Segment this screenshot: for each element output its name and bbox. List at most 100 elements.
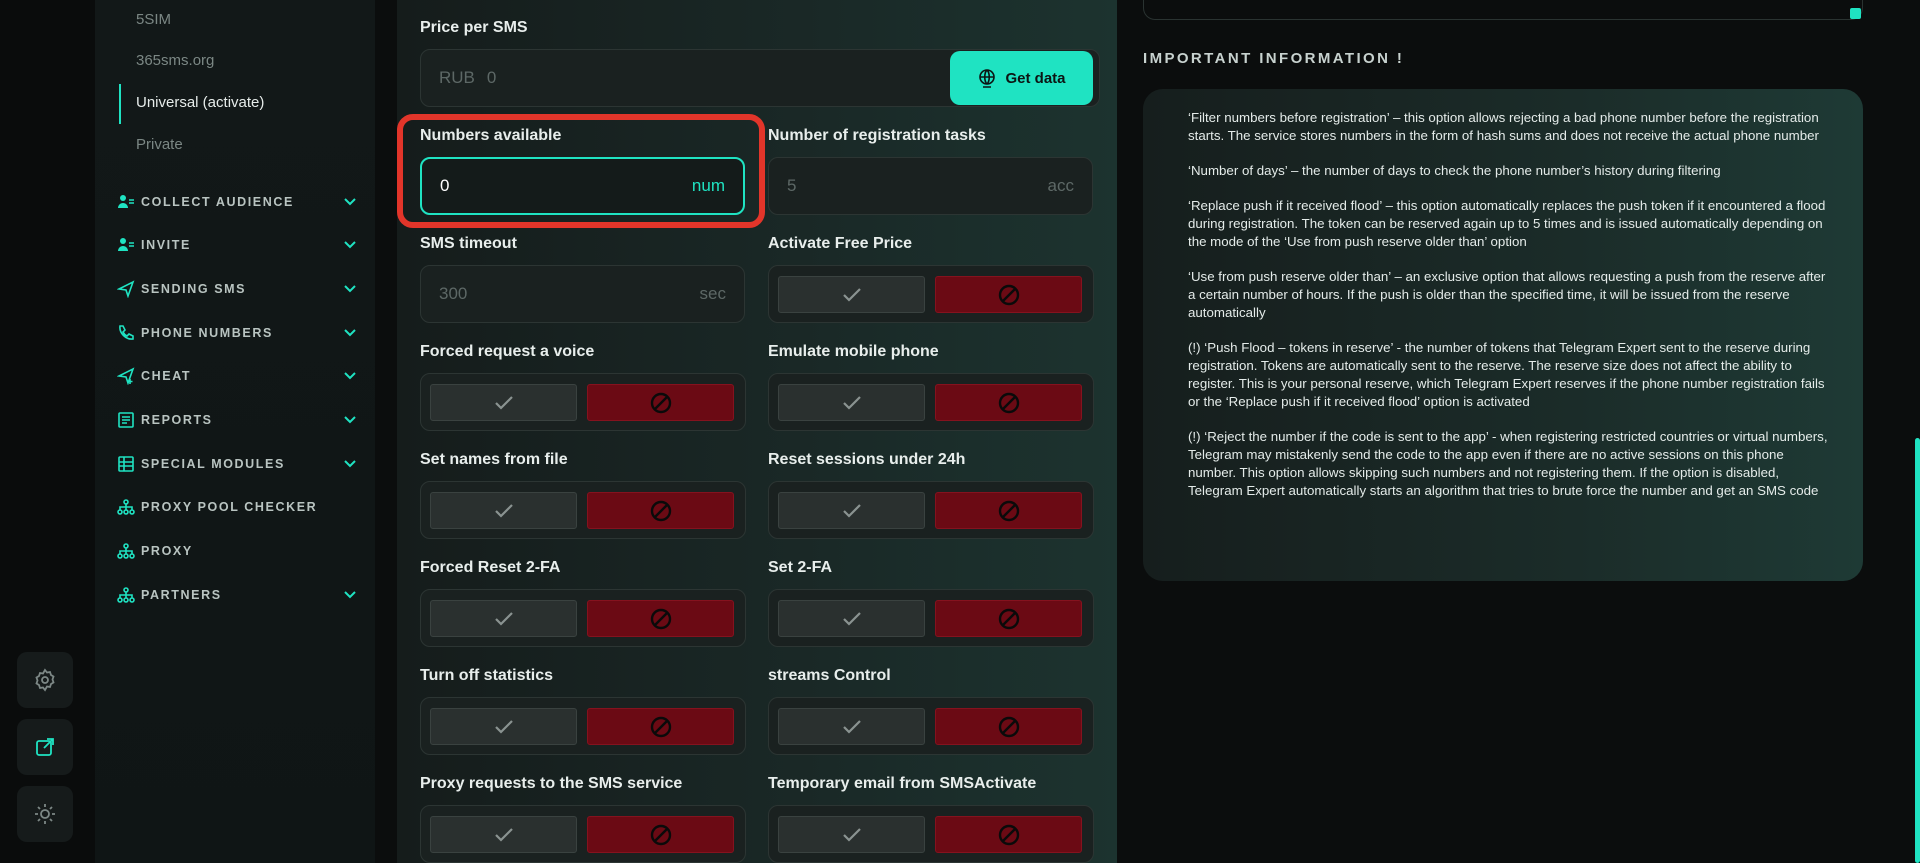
nav-proxy[interactable]: PROXY: [117, 539, 357, 563]
toggle-off-button[interactable]: [935, 492, 1082, 529]
toggle-label: Set 2-FA: [768, 559, 833, 576]
phone-icon: [117, 324, 135, 342]
nav-invite[interactable]: INVITE: [117, 233, 357, 257]
check-icon: [842, 611, 861, 626]
sms-timeout-input[interactable]: 300 sec: [420, 265, 745, 323]
ban-icon: [650, 392, 671, 413]
price-label: Price per SMS: [420, 19, 528, 36]
toggle-on-button[interactable]: [778, 816, 925, 853]
toggle-switch: [420, 373, 746, 431]
toggle-off-button[interactable]: [935, 384, 1082, 421]
toggle-on-button[interactable]: [778, 492, 925, 529]
toggle-off-button[interactable]: [587, 492, 734, 529]
toggle-on-button[interactable]: [430, 600, 577, 637]
nav-label: PROXY: [141, 544, 193, 558]
nav-proxy-pool-checker[interactable]: PROXY POOL CHECKER: [117, 495, 357, 519]
toggle-off-button[interactable]: [587, 384, 734, 421]
nav-reports[interactable]: REPORTS: [117, 408, 357, 432]
active-indicator: [119, 84, 121, 124]
toggle-on-button[interactable]: [430, 492, 577, 529]
sidebar-subitem-365sms[interactable]: 365sms.org: [136, 52, 214, 69]
registration-tasks-input[interactable]: 5 acc: [768, 157, 1093, 215]
chevron-down-icon: [344, 591, 356, 599]
theme-toggle-button[interactable]: [17, 786, 73, 842]
toggle-on-button[interactable]: [778, 600, 925, 637]
network-icon: [117, 586, 135, 604]
toggle-on-button[interactable]: [430, 816, 577, 853]
check-icon: [842, 827, 861, 842]
info-paragraph: ‘Number of days’ – the number of days to…: [1188, 163, 1721, 178]
nav-label: CHEAT: [141, 369, 192, 383]
chevron-down-icon: [344, 460, 356, 468]
info-paragraph: (!) ‘Push Flood – tokens in reserve’ - t…: [1188, 340, 1825, 409]
toggle-label: Forced request a voice: [420, 343, 595, 360]
toggle-on-button[interactable]: [778, 384, 925, 421]
toggle-switch: [420, 481, 746, 539]
external-link-button[interactable]: [17, 719, 73, 775]
registration-tasks-value: 5: [787, 176, 797, 195]
external-link-icon: [36, 738, 54, 756]
toggle-switch: [768, 589, 1094, 647]
toggle-off-button[interactable]: [587, 708, 734, 745]
nav-partners[interactable]: PARTNERS: [117, 583, 357, 607]
check-icon: [842, 287, 861, 302]
nav-label: PROXY POOL CHECKER: [141, 500, 318, 514]
toggle-on-button[interactable]: [430, 384, 577, 421]
toggle-on-button[interactable]: [778, 276, 925, 313]
settings-button[interactable]: [17, 652, 73, 708]
ban-icon: [650, 500, 671, 521]
registration-tasks-label: Number of registration tasks: [768, 127, 986, 144]
send-plus-icon: [117, 367, 135, 385]
toggle-label: Turn off statistics: [420, 667, 554, 684]
toggle-label: Proxy requests to the SMS service: [420, 775, 683, 792]
toggle-off-button[interactable]: [935, 708, 1082, 745]
toggle-on-button[interactable]: [778, 708, 925, 745]
nav-special-modules[interactable]: SPECIAL MODULES: [117, 452, 357, 476]
resize-handle[interactable]: [1850, 8, 1861, 19]
toggle-off-button[interactable]: [935, 276, 1082, 313]
ban-icon: [998, 824, 1019, 845]
toggle-off-button[interactable]: [935, 816, 1082, 853]
toggle-off-button[interactable]: [587, 600, 734, 637]
get-data-button[interactable]: Get data: [950, 51, 1093, 105]
nav-sending-sms[interactable]: SENDING SMS: [117, 277, 357, 301]
nav-label: SENDING SMS: [141, 282, 247, 296]
check-icon: [494, 719, 513, 734]
nav-collect-audience[interactable]: COLLECT AUDIENCE: [117, 190, 357, 214]
nav-phone-numbers[interactable]: PHONE NUMBERS: [117, 321, 357, 345]
sidebar: 5SIM 365sms.org Universal (activate) Pri…: [95, 0, 375, 863]
info-paragraph: ‘Replace push if it received flood’ – th…: [1188, 198, 1826, 249]
info-paragraph: (!) ‘Reject the number if the code is se…: [1188, 429, 1828, 498]
scrollbar[interactable]: [1915, 438, 1920, 863]
toggle-label: Emulate mobile phone: [768, 343, 939, 360]
nav-label: PARTNERS: [141, 588, 222, 602]
sms-timeout-label: SMS timeout: [420, 235, 517, 252]
sidebar-subitem-5sim[interactable]: 5SIM: [136, 11, 171, 28]
nav-cheat[interactable]: CHEAT: [117, 364, 357, 388]
ban-icon: [998, 608, 1019, 629]
toggle-switch: [420, 697, 746, 755]
network-icon: [117, 542, 135, 560]
toggle-on-button[interactable]: [430, 708, 577, 745]
sidebar-subitem-private[interactable]: Private: [136, 136, 183, 153]
price-value: 0: [486, 68, 497, 87]
nav-label: PHONE NUMBERS: [141, 326, 273, 340]
get-data-label: Get data: [1005, 69, 1066, 87]
info-paragraph: ‘Use from push reserve older than’ – an …: [1188, 269, 1826, 320]
ban-icon: [650, 824, 671, 845]
top-box: [1143, 0, 1863, 20]
nav-label: INVITE: [141, 238, 191, 252]
ban-icon: [998, 500, 1019, 521]
toggle-label: Activate Free Price: [768, 235, 913, 252]
currency-label: RUB: [439, 68, 475, 87]
theme-icon: [35, 804, 55, 824]
toggle-switch: [768, 481, 1094, 539]
ban-icon: [998, 284, 1019, 305]
chevron-down-icon: [344, 198, 356, 206]
toggle-switch: [420, 805, 746, 863]
toggle-off-button[interactable]: [935, 600, 1082, 637]
sidebar-subitem-universal[interactable]: Universal (activate): [136, 94, 264, 111]
toggle-off-button[interactable]: [587, 816, 734, 853]
toggle-switch: [420, 589, 746, 647]
users-icon: [117, 193, 135, 211]
